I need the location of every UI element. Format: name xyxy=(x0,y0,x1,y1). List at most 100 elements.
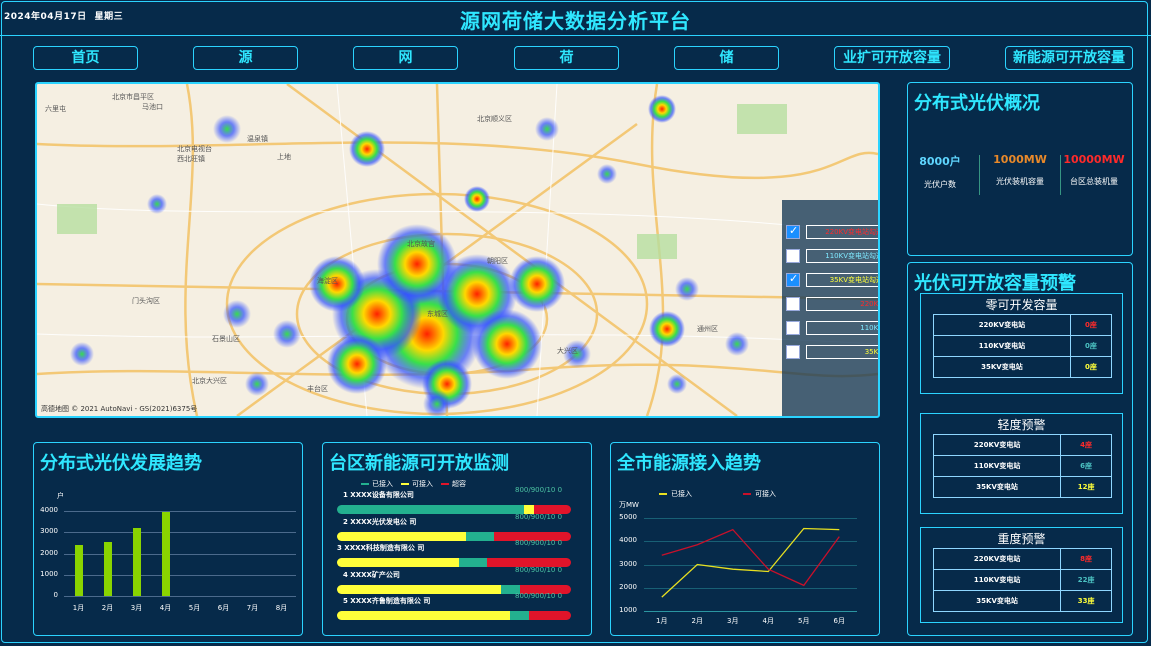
bar-2月 xyxy=(103,541,112,596)
nav-button-4[interactable]: 储 xyxy=(674,46,779,70)
pv-overview-panel: 分布式光伏概况 8000户 光伏户数 1000MW 光伏装机容量 10000MW 台区总装… xyxy=(907,82,1133,256)
legend-label: 35KV线路 xyxy=(806,345,878,359)
y-tick-label: 1000 xyxy=(40,569,58,578)
bar-1月 xyxy=(74,545,83,596)
station-count: 8座 xyxy=(1060,548,1112,570)
nav-button-1[interactable]: 源 xyxy=(193,46,298,70)
station-type: 35KV变电站 xyxy=(933,356,1071,378)
legend-item-2[interactable]: 35KV变电站勾选选项 xyxy=(786,272,878,289)
map-place-label: 西北旺镇 xyxy=(177,155,205,163)
pv-trend-panel: 分布式光伏发展趋势 户 4000 3000 2000 1000 0 1月 2月 3月 4月 5月 6月… xyxy=(33,442,303,636)
monitor-legend-item: 已接入 xyxy=(361,479,393,489)
map-place-label: 通州区 xyxy=(697,325,718,333)
warning-section-title: 重度预警 xyxy=(997,532,1046,546)
legend-checkbox[interactable] xyxy=(786,249,800,263)
table-row: 220KV变电站 4座 xyxy=(932,434,1112,456)
progress-segment xyxy=(337,584,501,594)
station-type: 35KV变电站 xyxy=(932,590,1062,612)
capacity-value: 800/900/10 0 xyxy=(515,512,563,521)
stat-label: 光伏装机容量 xyxy=(996,177,1044,186)
stat-divider xyxy=(1060,155,1061,195)
grid-line xyxy=(64,511,296,512)
x-tick-label: 2月 xyxy=(101,604,114,612)
warning-section-2: 重度预警 220KV变电站 8座 110KV变电站 22座 35KV变电站 33座 xyxy=(920,527,1123,623)
x-tick-label: 3月 xyxy=(130,604,143,612)
monitor-panel: 台区新能源可开放监测 已接入 可接入 超容 1 XXXX设备有限公司 800/900/… xyxy=(322,442,592,636)
station-type: 220KV变电站 xyxy=(932,548,1062,570)
bar-4月 xyxy=(161,512,170,596)
table-row: 220KV变电站 0座 xyxy=(933,314,1113,336)
station-count: 0座 xyxy=(1069,356,1113,378)
legend-item-1[interactable]: 110KV变电站勾选选项 xyxy=(786,249,878,265)
legend-swatch xyxy=(401,483,409,485)
legend-item-3[interactable]: 220KV线路 xyxy=(786,297,878,313)
stat-value: 1000MW xyxy=(993,153,1047,166)
progress-segment xyxy=(458,558,487,567)
nav-button-0[interactable]: 首页 xyxy=(33,46,138,70)
progress-segment xyxy=(337,611,511,620)
warning-table: 220KV变电站 4座 110KV变电站 6座 35KV变电站 12座 xyxy=(932,434,1112,498)
monitor-legend-item: 可接入 xyxy=(401,479,433,489)
x-tick-label: 1月 xyxy=(656,617,668,625)
progress-segment xyxy=(337,558,459,567)
stat-value: 8000户 xyxy=(919,155,961,168)
station-type: 110KV变电站 xyxy=(933,335,1071,357)
map-attribution: 高德地图 © 2021 AutoNavi - GS(2021)6375号 xyxy=(41,405,198,413)
map-place-label: 石景山区 xyxy=(212,335,240,343)
map-canvas xyxy=(37,84,878,416)
legend-item-4[interactable]: 110KV线路 xyxy=(786,321,878,337)
x-tick-label: 5月 xyxy=(188,604,201,612)
progress-segment xyxy=(510,611,529,620)
x-tick-label: 2月 xyxy=(691,617,703,625)
stat-divider xyxy=(979,155,980,195)
legend-checkbox[interactable] xyxy=(786,272,800,287)
table-row: 110KV变电站 0座 xyxy=(933,335,1113,357)
station-count: 22座 xyxy=(1060,569,1112,591)
legend-label: 110KV变电站勾选选项 xyxy=(806,249,878,263)
legend-checkbox[interactable] xyxy=(786,321,800,335)
capacity-value: 800/900/10 0 xyxy=(515,539,563,547)
station-count: 33座 xyxy=(1060,590,1112,612)
map-place-label: 北京电视台 xyxy=(177,145,212,153)
map-place-label: 大兴区 xyxy=(557,347,578,355)
heatmap-map[interactable]: 北京市昌平区 马池口 六里屯 北京电视台 温泉镇 西北旺镇 上地 北京顺义区 海淀区 北京故宫 朝阳… xyxy=(35,82,880,418)
map-place-label: 马池口 xyxy=(142,103,163,111)
warning-table: 220KV变电站 8座 110KV变电站 22座 35KV变电站 33座 xyxy=(932,548,1112,612)
monitor-title: 台区新能源可开放监测 xyxy=(329,453,509,474)
grid-line xyxy=(64,574,296,576)
nav-button-6[interactable]: 新能源可开放容量 xyxy=(1005,46,1133,70)
legend-checkbox[interactable] xyxy=(786,297,800,311)
legend-checkbox[interactable] xyxy=(786,345,800,359)
map-place-label: 丰台区 xyxy=(307,385,328,393)
grid-line xyxy=(64,596,296,597)
legend-checkbox[interactable] xyxy=(786,224,800,239)
legend-item-5[interactable]: 35KV线路 xyxy=(786,345,878,361)
y-axis-unit: 户 xyxy=(57,492,64,500)
station-type: 220KV变电站 xyxy=(933,314,1071,336)
map-layer-legend: 220KV变电站勾选选项 110KV变电站勾选选项 35KV变电站勾选选项 220KV… xyxy=(782,200,878,416)
map-place-label: 六里屯 xyxy=(45,105,66,113)
nav-button-3[interactable]: 荷 xyxy=(514,46,619,70)
nav-button-2[interactable]: 网 xyxy=(353,46,458,70)
legend-swatch xyxy=(361,483,369,485)
map-place-label: 朝阳区 xyxy=(487,257,508,265)
legend-item-0[interactable]: 220KV变电站勾选选项 xyxy=(786,224,878,241)
y-tick-label: 0 xyxy=(53,591,58,599)
map-place-label: 上地 xyxy=(277,153,291,161)
map-place-label: 北京市昌平区 xyxy=(112,93,154,101)
x-tick-label: 4月 xyxy=(159,604,172,612)
y-tick-label: 3000 xyxy=(40,527,58,536)
nav-button-5[interactable]: 业扩可开放容量 xyxy=(834,46,950,70)
station-count: 6座 xyxy=(1060,455,1112,477)
legend-text: 已接入 xyxy=(372,480,393,488)
map-place-label: 海淀区 xyxy=(317,277,338,285)
progress-segment xyxy=(465,531,494,541)
header: 2024年04月17日 星期三 源网荷储大数据分析平台 xyxy=(0,0,1151,36)
map-place-label: 东城区 xyxy=(427,310,448,318)
station-type: 110KV变电站 xyxy=(932,455,1062,477)
station-count: 12座 xyxy=(1060,476,1112,498)
company-name: 1 XXXX设备有限公司 xyxy=(343,491,414,499)
warning-section-0: 零可开发容量 220KV变电站 0座 110KV变电站 0座 35KV变电站 0座 xyxy=(920,293,1123,394)
y-tick-label: 2000 xyxy=(40,548,58,557)
map-place-label: 北京大兴区 xyxy=(192,377,227,385)
